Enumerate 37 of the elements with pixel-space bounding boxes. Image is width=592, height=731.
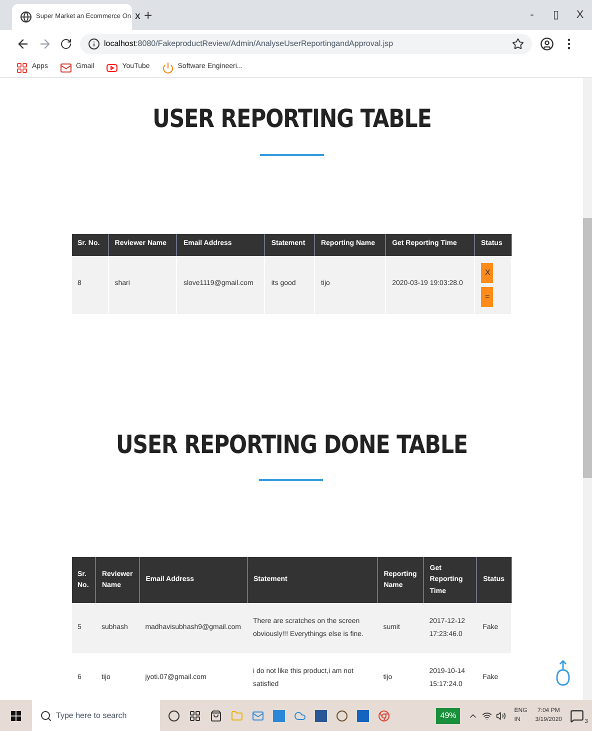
address-bar[interactable]: localhost:8080/FakeproductReview/Admin/AnalyseUserReportingandApproval.jsp [80,34,532,54]
forward-icon[interactable] [38,37,52,51]
task-view-icon[interactable] [189,710,201,722]
app-icon[interactable] [273,710,285,722]
window-control[interactable]: ▯ [544,6,568,24]
reload-icon[interactable] [60,38,72,50]
section-heading: USER REPORTING DONE TABLE [116,428,468,460]
section-heading: USER REPORTING TABLE [152,103,431,135]
profile-icon[interactable] [540,37,554,51]
globe-icon [20,11,32,23]
battery-indicator[interactable]: 49% [436,708,460,724]
mail-icon[interactable] [252,710,264,722]
cloud-icon[interactable] [294,710,306,722]
new-tab-button[interactable]: + [144,5,152,26]
status-button[interactable]: = [480,286,493,306]
windows-icon[interactable] [11,710,21,720]
notifications-icon[interactable] [570,708,584,722]
wifi-icon[interactable] [482,710,492,720]
window-control[interactable]: X [568,6,592,24]
mail-icon [60,62,72,74]
chrome-icon[interactable] [378,710,390,722]
url-text: localhost:8080/FakeproductReview/Admin/AnalyseUserReportingandApproval.jsp [104,38,394,50]
scrollbar-thumb[interactable] [583,218,592,478]
tab-close[interactable]: X [135,11,140,23]
back-icon[interactable] [16,37,30,51]
star-icon[interactable] [512,38,524,50]
window-control[interactable]: - [520,6,544,24]
search-icon [40,710,52,722]
info-icon [88,38,100,50]
power-icon [162,62,174,74]
taskbar-search[interactable]: Type here to search [32,700,160,731]
status-button[interactable]: X [480,262,493,282]
play-icon [106,62,118,74]
grid-icon [16,62,28,74]
volume-icon[interactable] [496,710,506,720]
app-icon[interactable] [357,710,369,722]
store-icon[interactable] [210,710,222,722]
